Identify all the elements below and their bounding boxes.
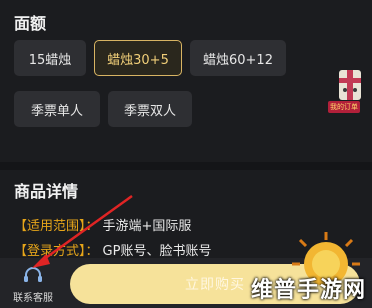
detail-value: GP账号、脸书账号	[102, 244, 212, 259]
details-section-title: 商品详情	[14, 182, 79, 201]
option-season-pass-single[interactable]: 季票单人	[14, 91, 100, 127]
customer-service-button[interactable]: 联系客服	[4, 262, 62, 304]
amount-section-title: 面额	[14, 14, 47, 33]
customer-service-label: 联系客服	[13, 293, 53, 304]
detail-line-login: 【登录方式】： GP账号、脸书账号	[14, 240, 211, 259]
detail-line-scope: 【适用范围】： 手游端+国际服	[14, 215, 191, 234]
detail-value: 手游端+国际服	[102, 219, 192, 234]
watermark-text: 维普手游网	[250, 278, 366, 303]
option-15-candles[interactable]: 15蜡烛	[14, 40, 86, 76]
detail-key: 【适用范围】	[14, 219, 86, 234]
option-season-pass-double[interactable]: 季票双人	[108, 91, 192, 127]
option-candles-30-5[interactable]: 蜡烛30+5	[94, 40, 182, 76]
detail-separator: ：	[85, 219, 99, 234]
my-orders-label: 我的订单	[328, 101, 360, 113]
detail-separator: ：	[85, 244, 99, 259]
detail-key: 【登录方式】	[14, 244, 86, 259]
headset-icon	[24, 267, 42, 282]
option-candles-60-12[interactable]: 蜡烛60+12	[190, 40, 286, 76]
section-divider	[0, 162, 372, 170]
